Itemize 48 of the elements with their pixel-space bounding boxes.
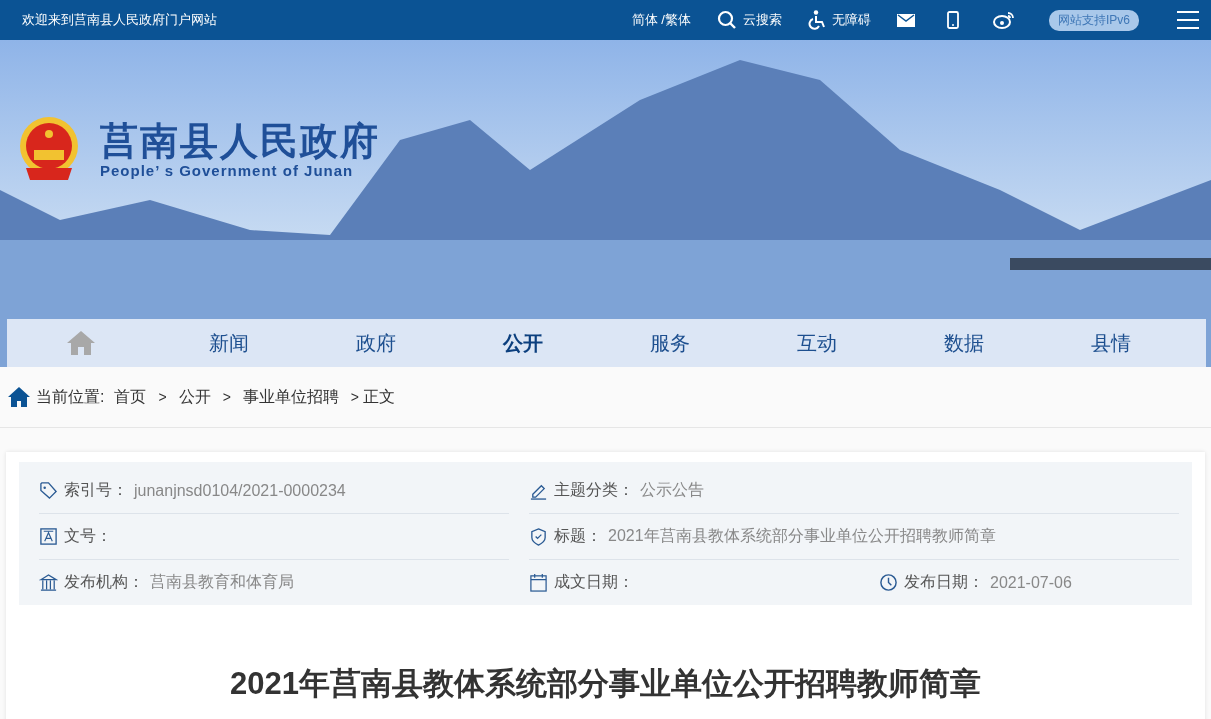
field-label: 标题： (554, 526, 602, 546)
breadcrumb-link[interactable]: 首页 (114, 386, 147, 408)
menu-icon[interactable] (1177, 11, 1199, 29)
search-link[interactable]: 云搜索 (743, 11, 782, 29)
ipv6-badge: 网站支持IPv6 (1049, 9, 1139, 31)
field-value: junanjnsd0104/2021-0000234 (134, 481, 346, 500)
phone-icon[interactable] (947, 11, 959, 29)
nav-tab[interactable]: 县情 (1037, 325, 1184, 361)
site-title: 莒南县人民政府 (100, 120, 380, 163)
nav-tab[interactable]: 互动 (743, 325, 890, 361)
wheelchair-icon[interactable] (808, 10, 826, 30)
field-value: 2021-07-06 (990, 573, 1072, 592)
field-label: 索引号： (64, 480, 128, 500)
mail-icon[interactable] (897, 13, 915, 27)
breadcrumb-separator: > (222, 389, 231, 405)
search-icon[interactable] (717, 10, 737, 30)
nav-tab[interactable]: 公开 (449, 325, 596, 361)
breadcrumb-link[interactable]: 正文 (363, 386, 395, 408)
field-label: 成文日期： (554, 572, 634, 592)
breadcrumb-link[interactable]: 公开 (178, 386, 211, 408)
tag-icon (39, 481, 58, 500)
breadcrumb-link[interactable]: 事业单位招聘 (242, 386, 339, 408)
clock-icon (879, 573, 898, 592)
welcome-text: 欢迎来到莒南县人民政府门户网站 (22, 11, 217, 29)
nav-tab[interactable]: 数据 (890, 325, 1037, 361)
nav-tab[interactable]: 政府 (302, 325, 449, 361)
field-label: 文号： (64, 526, 112, 546)
language-link[interactable]: 简体 /繁体 (631, 11, 691, 29)
site-subtitle: People’ s Government of Junan (100, 162, 355, 180)
nav-tab[interactable]: 新闻 (155, 325, 302, 361)
shield-check-icon (529, 527, 548, 546)
document-letter-icon (39, 527, 58, 546)
building-columns-icon (39, 573, 58, 592)
breadcrumb-separator: > (158, 389, 167, 405)
field-value: 2021年莒南县教体系统部分事业单位公开招聘教师简章 (608, 526, 996, 546)
field-label: 发布机构： (64, 572, 144, 592)
accessibility-link[interactable]: 无障碍 (832, 11, 871, 29)
home-icon[interactable] (8, 387, 30, 407)
field-label: 发布日期： (904, 572, 984, 592)
breadcrumb-label: 当前位置: (36, 386, 105, 407)
field-value: 莒南县教育和体育局 (150, 572, 294, 592)
breadcrumb-separator: > (350, 389, 359, 405)
weibo-icon[interactable] (993, 11, 1015, 29)
article-title: 2021年莒南县教体系统部分事业单位公开招聘教师简章 (229, 665, 982, 703)
field-label: 主题分类： (554, 480, 634, 500)
field-value: 公示公告 (640, 480, 704, 500)
calendar-icon (529, 573, 548, 592)
nav-tab[interactable]: 服务 (596, 325, 743, 361)
